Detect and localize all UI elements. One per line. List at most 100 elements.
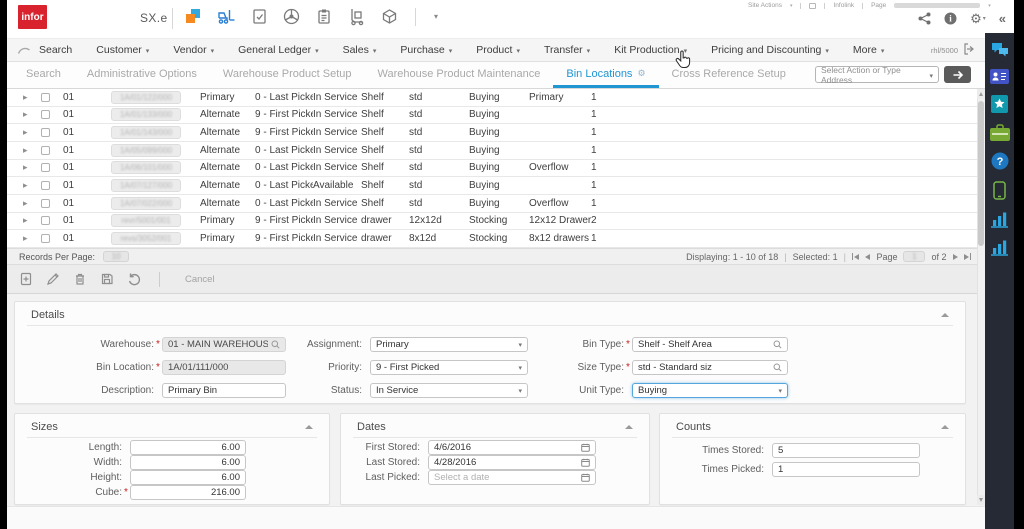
row-expand-icon[interactable]: [23, 127, 41, 138]
calendar-icon[interactable]: [581, 458, 590, 467]
row-checkbox[interactable]: [41, 146, 50, 155]
collapse-chevron-icon[interactable]: [941, 425, 949, 429]
row-expand-icon[interactable]: [23, 162, 41, 173]
calendar-icon[interactable]: [581, 473, 590, 482]
row-checkbox[interactable]: [41, 199, 50, 208]
row-expand-icon[interactable]: [23, 233, 41, 244]
table-row[interactable]: 01 1A/05/099/000 Alternate 0 - Last Pick…: [7, 142, 985, 160]
unit-type-select[interactable]: Buying: [632, 383, 788, 398]
menu-item[interactable]: Search: [39, 44, 72, 56]
menu-item[interactable]: Vendor: [173, 44, 214, 56]
row-expand-icon[interactable]: [23, 145, 41, 156]
assignment-select[interactable]: Primary: [370, 337, 528, 352]
row-checkbox[interactable]: [41, 110, 50, 119]
tab[interactable]: Cross Reference Setup: [659, 62, 799, 88]
infolink-link[interactable]: Infolink: [833, 2, 854, 9]
app-tiles-icon[interactable]: [183, 7, 202, 26]
tab[interactable]: Bin Locations: [553, 62, 658, 88]
width-input[interactable]: 6.00: [130, 455, 246, 470]
table-row[interactable]: 01 1A/01/143/000 Alternate 9 - First Pic…: [7, 124, 985, 142]
next-page-icon[interactable]: [953, 254, 958, 260]
row-expand-icon[interactable]: [23, 92, 41, 103]
row-checkbox[interactable]: [41, 128, 50, 137]
height-input[interactable]: 6.00: [130, 470, 246, 485]
briefcase-icon[interactable]: [990, 124, 1010, 141]
starred-doc-icon[interactable]: [991, 95, 1008, 113]
calendar-icon[interactable]: [581, 443, 590, 452]
menu-item[interactable]: Pricing and Discounting: [711, 44, 829, 56]
forklift-icon[interactable]: [216, 7, 236, 26]
tab[interactable]: Search: [13, 62, 74, 88]
site-actions-link[interactable]: Site Actions: [748, 2, 782, 9]
collapse-chevron-icon[interactable]: [305, 425, 313, 429]
wheel-icon[interactable]: [282, 7, 301, 26]
bar-chart-icon[interactable]: [990, 211, 1009, 228]
undo-icon[interactable]: [127, 272, 142, 286]
tab[interactable]: Administrative Options: [74, 62, 210, 88]
add-record-icon[interactable]: [19, 272, 33, 286]
collapse-chevron-icon[interactable]: [941, 313, 949, 317]
table-row[interactable]: 01 revr/5001/001 Primary 9 - First Picke…: [7, 213, 985, 231]
last-stored-input[interactable]: 4/28/2016: [428, 455, 596, 470]
edit-icon[interactable]: [46, 272, 60, 286]
records-per-page-input[interactable]: 10: [103, 251, 129, 262]
table-row[interactable]: 01 1A/07/022/000 Alternate 0 - Last Pick…: [7, 195, 985, 213]
help-icon[interactable]: ?: [991, 152, 1009, 170]
go-button[interactable]: [944, 66, 971, 83]
mobile-icon[interactable]: [993, 181, 1006, 200]
menu-item[interactable]: General Ledger: [238, 44, 318, 56]
prev-page-icon[interactable]: [865, 254, 870, 260]
share-icon[interactable]: [918, 12, 931, 25]
row-expand-icon[interactable]: [23, 198, 41, 209]
row-checkbox[interactable]: [41, 93, 50, 102]
tab[interactable]: Warehouse Product Setup: [210, 62, 365, 88]
user-account-label[interactable]: [894, 3, 980, 8]
save-icon[interactable]: [100, 272, 114, 286]
page-link[interactable]: Page: [871, 2, 886, 9]
logout-icon[interactable]: [963, 43, 975, 57]
row-checkbox[interactable]: [41, 234, 50, 243]
table-row[interactable]: 01 1A/06/101/000 Alternate 0 - Last Pick…: [7, 160, 985, 178]
scroll-down-icon[interactable]: [977, 495, 985, 505]
clipboard-icon[interactable]: [315, 7, 333, 26]
times-picked-input[interactable]: 1: [772, 462, 920, 477]
table-row[interactable]: 01 1A/07/127/000 Alternate 0 - Last Pick…: [7, 177, 985, 195]
status-select[interactable]: In Service: [370, 383, 528, 398]
menu-item[interactable]: Purchase: [400, 44, 452, 56]
priority-select[interactable]: 9 - First Picked: [370, 360, 528, 375]
table-row[interactable]: 01 1A/01/133/000 Alternate 9 - First Pic…: [7, 107, 985, 125]
chat-icon[interactable]: [990, 40, 1010, 58]
tab[interactable]: Warehouse Product Maintenance: [365, 62, 554, 88]
package-icon[interactable]: [380, 7, 399, 26]
menu-item[interactable]: Customer: [96, 44, 149, 56]
window-icon[interactable]: [809, 3, 816, 9]
lookup-icon[interactable]: [773, 340, 782, 349]
menu-item[interactable]: Sales: [343, 44, 377, 56]
contacts-card-icon[interactable]: [990, 69, 1009, 84]
row-checkbox[interactable]: [41, 216, 50, 225]
last-picked-input[interactable]: Select a date: [428, 470, 596, 485]
first-page-icon[interactable]: [852, 253, 860, 260]
lookup-icon[interactable]: [773, 363, 782, 372]
row-checkbox[interactable]: [41, 163, 50, 172]
times-stored-input[interactable]: 5: [772, 443, 920, 458]
collapse-chevron-icon[interactable]: [625, 425, 633, 429]
table-row[interactable]: 01 revs/3052/001 Primary 9 - First Picke…: [7, 230, 985, 248]
collapse-icon[interactable]: «: [999, 12, 1006, 25]
cancel-button[interactable]: Cancel: [177, 271, 223, 288]
cube-input[interactable]: 216.00: [130, 485, 246, 500]
task-check-icon[interactable]: [250, 7, 268, 26]
menu-item[interactable]: Product: [476, 44, 520, 56]
more-apps-caret-icon[interactable]: ▾: [434, 12, 438, 21]
info-icon[interactable]: i: [944, 12, 957, 25]
menu-item[interactable]: Transfer: [544, 44, 590, 56]
bin-type-input[interactable]: Shelf - Shelf Area: [632, 337, 788, 352]
row-expand-icon[interactable]: [23, 215, 41, 226]
scrollbar-thumb[interactable]: [978, 101, 984, 246]
table-row[interactable]: 01 1A/01/122/000 Primary 0 - Last Picked…: [7, 89, 985, 107]
hand-truck-icon[interactable]: [347, 7, 366, 26]
length-input[interactable]: 6.00: [130, 440, 246, 455]
bar-chart-2-icon[interactable]: [990, 239, 1009, 256]
size-type-input[interactable]: std - Standard siz: [632, 360, 788, 375]
scroll-up-icon[interactable]: [977, 89, 985, 99]
